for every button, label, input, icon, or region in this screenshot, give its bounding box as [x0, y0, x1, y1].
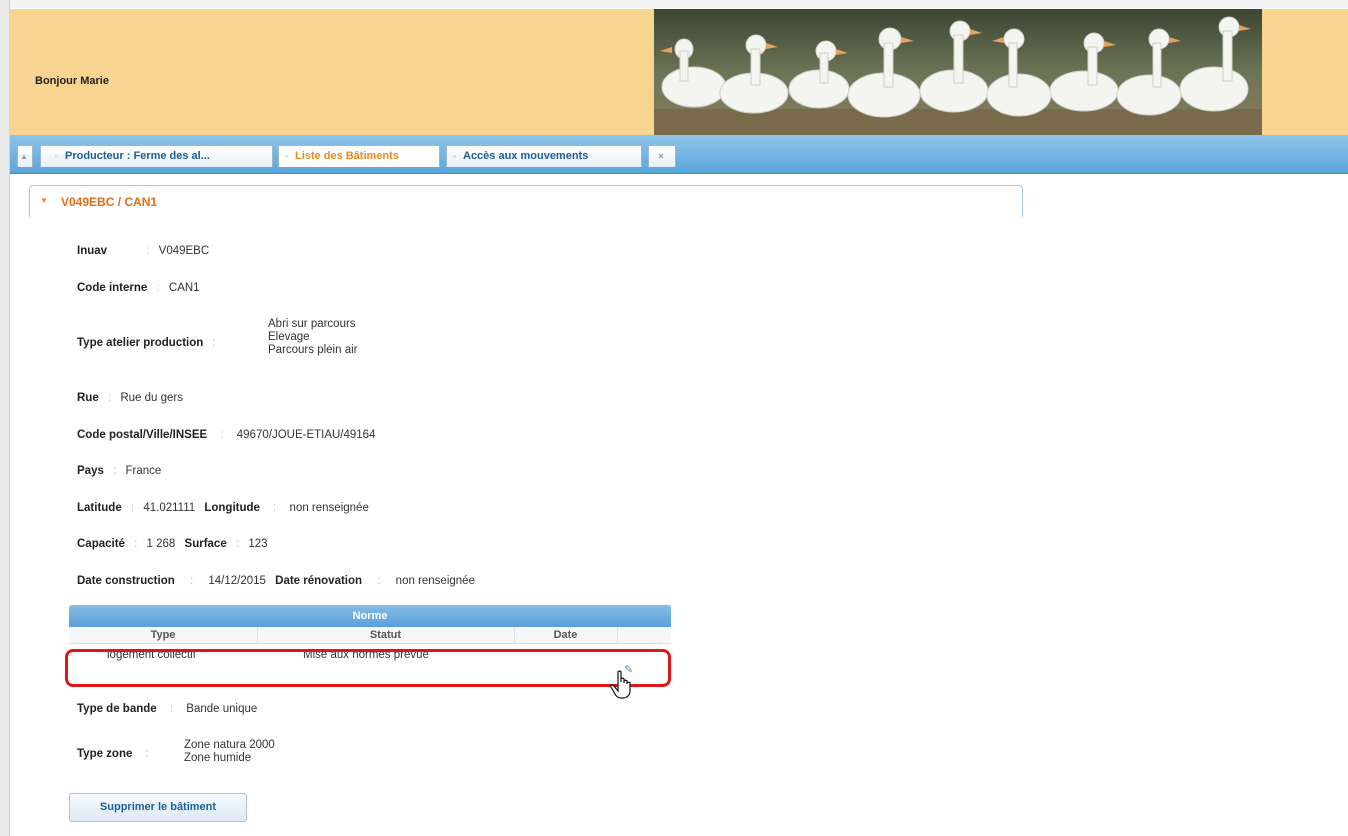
- document-icon: ▫: [55, 152, 58, 161]
- field-value: Bande unique: [186, 703, 258, 715]
- field-separator: :: [189, 575, 194, 587]
- field-label: Code interne: [77, 282, 148, 294]
- field-latitude-longitude: Latitude : 41.021111 Longitude : non ren…: [77, 502, 369, 514]
- field-value: Zone natura 2000: [184, 739, 275, 751]
- field-pays: Pays : France: [77, 465, 161, 477]
- field-code-postal: Code postal/Ville/INSEE : 49670/JOUE-ETI…: [77, 429, 375, 441]
- field-rue: Rue : Rue du gers: [77, 392, 183, 404]
- field-separator: :: [377, 575, 381, 587]
- field-type-atelier: Type atelier production :: [77, 337, 222, 349]
- field-separator: :: [212, 337, 216, 349]
- ducks-illustration: [654, 9, 1262, 135]
- field-value: 14/12/2015: [208, 575, 266, 587]
- tab-home[interactable]: ▲: [17, 145, 33, 167]
- greeting-text: Bonjour Marie: [35, 75, 109, 87]
- field-label: Type zone: [77, 748, 133, 760]
- tab-label: Liste des Bâtiments: [295, 150, 399, 162]
- field-dates: Date construction : 14/12/2015 Date réno…: [77, 575, 475, 587]
- field-label: Date rénovation: [275, 575, 363, 587]
- tab-bar: ▲ ▫ Producteur : Ferme des al... ▫ Liste d…: [10, 135, 1348, 174]
- field-label: Surface: [184, 538, 227, 550]
- field-separator: :: [146, 245, 150, 257]
- accordion-title: V049EBC / CAN1: [61, 195, 158, 209]
- delete-building-button[interactable]: Supprimer le bâtiment: [69, 793, 247, 822]
- field-label: Longitude: [204, 502, 260, 514]
- tab-producteur[interactable]: ▫ Producteur : Ferme des al...: [40, 145, 273, 167]
- field-label: Type atelier production: [77, 337, 204, 349]
- field-value: 123: [248, 538, 268, 550]
- field-code-interne: Code interne : CAN1: [77, 282, 200, 294]
- field-separator: :: [235, 538, 240, 550]
- document-icon: ▫: [285, 152, 288, 161]
- field-value: non renseignée: [289, 502, 369, 514]
- field-separator: :: [220, 429, 224, 441]
- tab-close[interactable]: ✕: [648, 145, 676, 167]
- field-label: Capacité: [77, 538, 125, 550]
- banner-image-white-ducks: [654, 9, 1262, 135]
- field-type-zone: Type zone :: [77, 748, 159, 760]
- window-left-edge: [0, 0, 10, 836]
- hand-cursor-icon: [610, 670, 631, 699]
- field-value: Zone humide: [184, 752, 252, 764]
- field-separator: :: [273, 502, 277, 514]
- field-separator: :: [156, 282, 160, 294]
- field-inuav: Inuav : V049EBC: [77, 245, 209, 257]
- norme-table-title: Norme: [69, 605, 671, 627]
- field-label: Rue: [77, 392, 99, 404]
- tab-acces-mouvements[interactable]: ▫ Accès aux mouvements: [446, 145, 642, 167]
- field-label: Date construction: [77, 575, 175, 587]
- field-separator: :: [134, 538, 138, 550]
- field-label: Type de bande: [77, 703, 157, 715]
- field-value: Rue du gers: [120, 392, 183, 404]
- field-value: CAN1: [168, 282, 200, 294]
- highlight-annotation-box: [65, 649, 671, 687]
- field-separator: :: [113, 465, 117, 477]
- document-icon: ▫: [453, 152, 456, 161]
- field-value: Abri sur parcours: [268, 318, 356, 330]
- field-label: Inuav: [77, 245, 108, 257]
- chevron-down-icon[interactable]: ▼: [40, 196, 48, 205]
- field-value: 41.021111: [143, 502, 196, 514]
- field-value: Parcours plein air: [268, 344, 358, 356]
- field-value: 49670/JOUE-ETIAU/49164: [236, 429, 376, 441]
- tab-liste-batiments[interactable]: ▫ Liste des Bâtiments: [278, 145, 440, 167]
- tab-label: Producteur : Ferme des al...: [65, 150, 210, 162]
- column-header-date[interactable]: Date: [514, 629, 617, 641]
- field-label: Latitude: [77, 502, 122, 514]
- field-label: Code postal/Ville/INSEE: [77, 429, 208, 441]
- close-icon: ✕: [657, 152, 665, 161]
- field-label: Pays: [77, 465, 104, 477]
- field-capacite-surface: Capacité : 1 268 Surface : 123: [77, 538, 268, 550]
- header: Bonjour Marie: [10, 9, 1348, 135]
- type-atelier-values: Abri sur parcours Elevage Parcours plein…: [268, 318, 357, 357]
- tab-label: Accès aux mouvements: [463, 150, 589, 162]
- column-header-statut[interactable]: Statut: [257, 629, 514, 641]
- column-header-type[interactable]: Type: [69, 629, 257, 641]
- home-icon: ▲: [20, 152, 28, 161]
- field-separator: :: [169, 703, 174, 715]
- field-value: V049EBC: [158, 245, 210, 257]
- field-separator: :: [130, 502, 135, 514]
- field-value: France: [125, 465, 162, 477]
- field-separator: :: [145, 748, 149, 760]
- window-top-edge: [0, 0, 1348, 8]
- accordion-header[interactable]: ▼ V049EBC / CAN1: [29, 185, 1023, 217]
- field-separator: :: [107, 392, 112, 404]
- column-divider: [617, 627, 618, 643]
- field-value: non renseignée: [395, 575, 475, 587]
- field-type-bande: Type de bande : Bande unique: [77, 703, 257, 715]
- field-value: Elevage: [268, 331, 310, 343]
- norme-table-header: Type Statut Date: [69, 627, 671, 644]
- field-value: 1 268: [146, 538, 176, 550]
- type-zone-values: Zone natura 2000 Zone humide: [184, 739, 275, 765]
